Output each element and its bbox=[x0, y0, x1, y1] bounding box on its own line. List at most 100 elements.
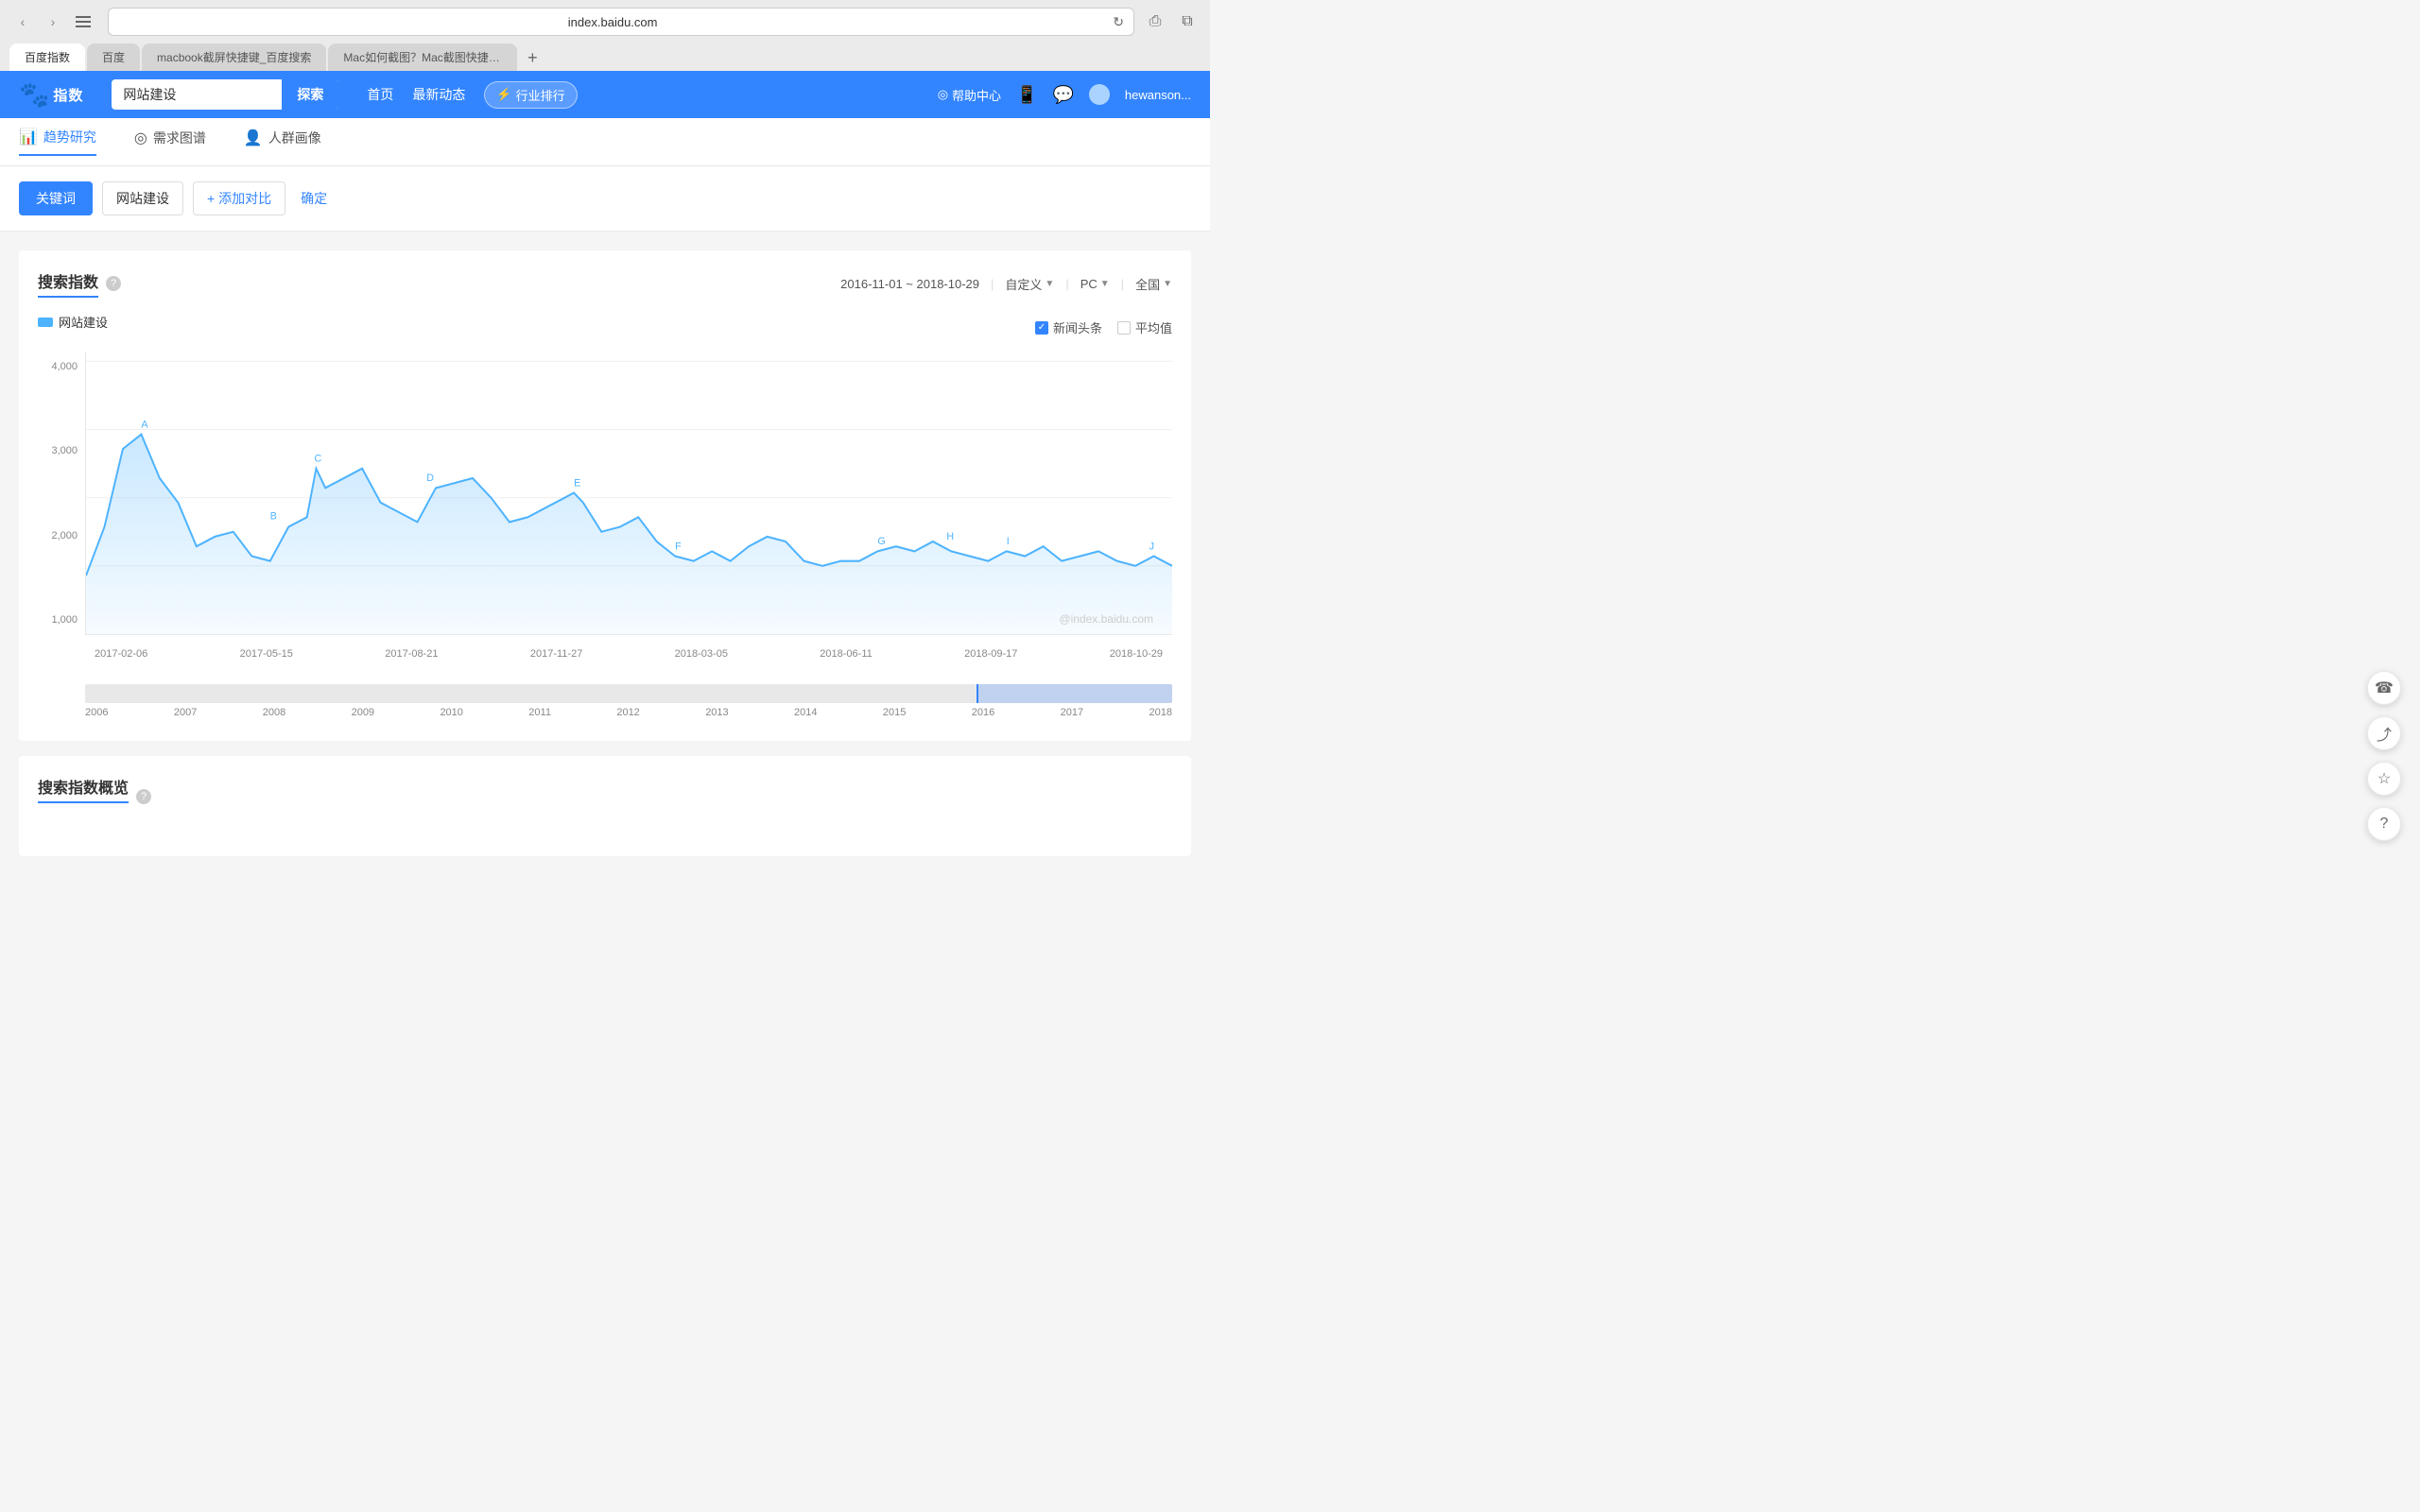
search-index-card: 搜索指数 ? 2016-11-01 ~ 2018-10-29 | 自定义 ▼ |… bbox=[19, 250, 1191, 741]
svg-text:C: C bbox=[314, 453, 321, 464]
share-button[interactable]: ⎙ bbox=[1142, 9, 1168, 35]
mini-label-2015: 2015 bbox=[883, 707, 906, 718]
y-label-3000: 3,000 bbox=[38, 445, 85, 456]
avg-value-label: 平均值 bbox=[1135, 318, 1172, 336]
mini-timeline-labels: 2006 2007 2008 2009 2010 2011 2012 2013 … bbox=[85, 703, 1172, 722]
x-label-5: 2018-06-11 bbox=[820, 648, 872, 660]
region-select[interactable]: 全国 ▼ bbox=[1135, 275, 1172, 293]
tab-baidu-index[interactable]: 百度指数 bbox=[9, 43, 85, 71]
svg-text:F: F bbox=[675, 541, 682, 552]
header-search-wrap: 探索 bbox=[112, 79, 338, 110]
tab-baidu[interactable]: 百度 bbox=[87, 43, 140, 71]
back-button[interactable]: ‹ bbox=[9, 9, 36, 35]
keyword-chip-label: 网站建设 bbox=[116, 189, 169, 208]
custom-arrow-icon: ▼ bbox=[1045, 279, 1054, 289]
x-label-2: 2017-08-21 bbox=[385, 648, 438, 660]
nav-home[interactable]: 首页 bbox=[367, 85, 393, 104]
nav-industry-rank[interactable]: ⚡ 行业排行 bbox=[484, 81, 577, 109]
browser-tabs: 百度指数 百度 macbook截屏快捷键_百度搜索 Mac如何截图？Mac截图快… bbox=[9, 43, 1201, 71]
mini-timeline[interactable] bbox=[85, 684, 1172, 703]
tab-macbook[interactable]: macbook截屏快捷键_百度搜索 bbox=[142, 43, 326, 71]
float-help-button[interactable]: ? bbox=[2367, 807, 2401, 841]
site-logo: 🐾 指数 bbox=[19, 80, 83, 110]
confirm-button[interactable]: 确定 bbox=[295, 189, 333, 208]
news-headline-checkbox[interactable]: ✓ 新闻头条 bbox=[1035, 318, 1102, 336]
overview-title: 搜索指数概览 bbox=[38, 775, 129, 803]
svg-text:B: B bbox=[270, 510, 277, 522]
chart-svg-area: A B C D E F G H I J bbox=[85, 352, 1172, 635]
sub-nav-portrait-label: 人群画像 bbox=[268, 129, 321, 147]
float-support-button[interactable]: ☎ bbox=[2367, 671, 2401, 705]
mini-label-2016: 2016 bbox=[972, 707, 994, 718]
mini-label-2018: 2018 bbox=[1149, 707, 1171, 718]
x-axis-labels: 2017-02-06 2017-05-15 2017-08-21 2017-11… bbox=[85, 635, 1172, 673]
news-headline-label: 新闻头条 bbox=[1053, 318, 1102, 336]
keyword-button[interactable]: 关键词 bbox=[19, 181, 93, 215]
reload-button[interactable]: ↻ bbox=[1113, 14, 1124, 30]
header-search-input[interactable] bbox=[112, 87, 282, 102]
wechat-icon[interactable]: 💬 bbox=[1052, 85, 1073, 105]
main-content: 搜索指数 ? 2016-11-01 ~ 2018-10-29 | 自定义 ▼ |… bbox=[0, 232, 1210, 890]
site-header: 🐾 指数 探索 首页 最新动态 ⚡ 行业排行 ◎ 帮助中心 📱 💬 hewans… bbox=[0, 71, 1210, 118]
float-star-button[interactable]: ☆ bbox=[2367, 762, 2401, 796]
sub-nav: 📊 趋势研究 ◎ 需求图谱 👤 人群画像 bbox=[0, 118, 1210, 166]
header-right: ◎ 帮助中心 📱 💬 hewanson... bbox=[938, 84, 1191, 105]
browser-actions: ⎙ ⧉ bbox=[1142, 9, 1201, 35]
overview-help-icon[interactable]: ? bbox=[136, 789, 151, 804]
y-label-1000: 1,000 bbox=[38, 614, 85, 626]
svg-text:G: G bbox=[877, 536, 885, 547]
browser-chrome: ‹ › ↻ ⎙ ⧉ 百度指数 百度 macbook截屏快捷键_百度搜索 Mac如… bbox=[0, 0, 1210, 71]
timeline-selection bbox=[977, 684, 1172, 703]
overview-row bbox=[38, 830, 1172, 837]
support-icon: ☎ bbox=[2375, 679, 2394, 697]
svg-text:H: H bbox=[946, 531, 954, 542]
sub-nav-trend[interactable]: 📊 趋势研究 bbox=[19, 128, 96, 156]
chart-legend: 网站建设 bbox=[38, 313, 108, 331]
new-window-button[interactable]: ⧉ bbox=[1174, 9, 1201, 35]
keyword-chip[interactable]: 网站建设 bbox=[102, 181, 183, 215]
sub-nav-trend-label: 趋势研究 bbox=[43, 128, 96, 146]
svg-text:A: A bbox=[141, 419, 148, 430]
portrait-icon: 👤 bbox=[244, 129, 263, 147]
page-content: 🐾 指数 探索 首页 最新动态 ⚡ 行业排行 ◎ 帮助中心 📱 💬 hewans… bbox=[0, 71, 1210, 890]
tab-mac-screenshot[interactable]: Mac如何截图？Mac截图快捷键_笔记本电脑_百度... bbox=[328, 43, 517, 71]
mini-label-2008: 2008 bbox=[263, 707, 285, 718]
keyword-bar: 关键词 网站建设 + 添加对比 确定 bbox=[0, 166, 1210, 232]
logo-wrap: 🐾 指数 bbox=[19, 80, 83, 110]
y-label-2000: 2,000 bbox=[38, 530, 85, 541]
mobile-icon[interactable]: 📱 bbox=[1016, 85, 1037, 105]
forward-button[interactable]: › bbox=[40, 9, 66, 35]
help-center-link[interactable]: ◎ 帮助中心 bbox=[938, 86, 1001, 104]
chart-options: ✓ 新闻头条 平均值 bbox=[1035, 318, 1172, 336]
avg-checkbox-icon bbox=[1117, 321, 1131, 335]
custom-select[interactable]: 自定义 ▼ bbox=[1005, 275, 1054, 293]
new-tab-button[interactable]: + bbox=[519, 44, 545, 71]
svg-text:J: J bbox=[1150, 541, 1154, 552]
avg-value-checkbox[interactable]: 平均值 bbox=[1117, 318, 1172, 336]
sub-nav-portrait[interactable]: 👤 人群画像 bbox=[244, 128, 321, 156]
address-bar-wrap: ↻ bbox=[108, 8, 1134, 36]
demand-icon: ◎ bbox=[134, 129, 147, 147]
mini-label-2013: 2013 bbox=[705, 707, 728, 718]
nav-latest[interactable]: 最新动态 bbox=[412, 85, 465, 104]
x-label-3: 2017-11-27 bbox=[530, 648, 582, 660]
help-circle-icon: ◎ bbox=[938, 87, 948, 102]
y-axis: 4,000 3,000 2,000 1,000 bbox=[38, 352, 85, 635]
sidebar-toggle-button[interactable] bbox=[70, 9, 96, 35]
search-index-help-icon[interactable]: ? bbox=[106, 276, 121, 291]
header-search-button[interactable]: 探索 bbox=[282, 79, 338, 110]
share-icon: ⤴ bbox=[2377, 722, 2392, 745]
region-arrow-icon: ▼ bbox=[1163, 279, 1172, 289]
pc-arrow-icon: ▼ bbox=[1100, 279, 1110, 289]
float-share-button[interactable]: ⤴ bbox=[2367, 716, 2401, 750]
pc-select[interactable]: PC ▼ bbox=[1080, 277, 1110, 291]
watermark-label: @index.baidu.com bbox=[1059, 612, 1153, 626]
mini-label-2006: 2006 bbox=[85, 707, 108, 718]
date-range-label: 2016-11-01 ~ 2018-10-29 bbox=[840, 277, 979, 291]
address-bar-input[interactable] bbox=[118, 15, 1107, 29]
x-label-4: 2018-03-05 bbox=[675, 648, 728, 660]
add-compare-button[interactable]: + 添加对比 bbox=[193, 181, 285, 215]
sub-nav-demand[interactable]: ◎ 需求图谱 bbox=[134, 128, 206, 156]
line-chart-svg: A B C D E F G H I J bbox=[86, 352, 1172, 634]
legend-color-block bbox=[38, 318, 53, 327]
